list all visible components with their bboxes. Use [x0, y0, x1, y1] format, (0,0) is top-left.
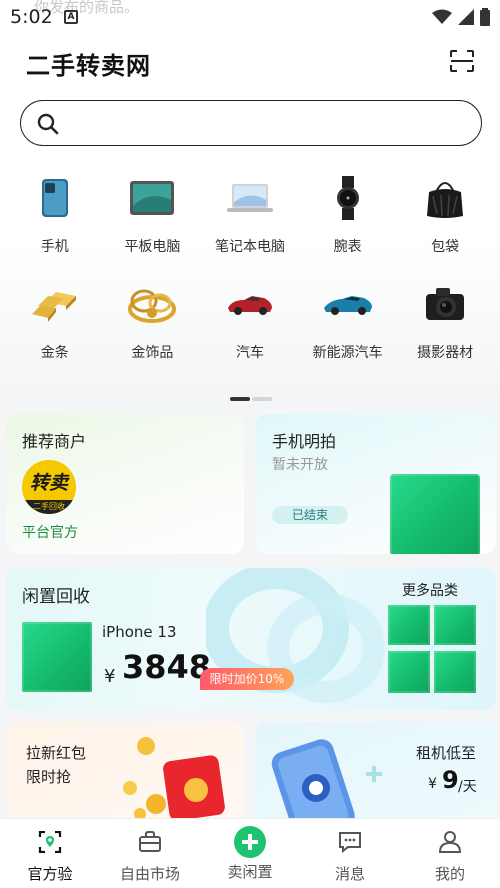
category-label: 包袋 — [431, 239, 460, 255]
category-label: 腕表 — [333, 239, 362, 255]
referral-line1: 拉新红包 — [26, 744, 87, 762]
rental-title: 租机低至 — [416, 744, 477, 762]
sell-plus-icon — [234, 826, 266, 858]
referral-red-packet-card[interactable]: 拉新红包 限时抢 — [6, 722, 244, 822]
category-label: 汽车 — [235, 345, 264, 361]
merchant-subtitle: 平台官方 — [22, 525, 78, 541]
page-title: 二手转卖网 — [26, 52, 151, 80]
card-title: 闲置回收 — [22, 587, 90, 607]
tab-label: 卖闲置 — [227, 863, 273, 881]
product-image-placeholder — [390, 474, 480, 554]
official-inspect-icon — [38, 831, 62, 853]
category-thumb — [388, 605, 430, 645]
category-page-indicator — [230, 397, 272, 401]
app-notification-icon: A — [64, 10, 78, 24]
category-gold-jewelry[interactable]: 金饰品 — [104, 276, 202, 382]
message-icon — [339, 832, 361, 853]
category-ev-car[interactable]: 新能源汽车 — [299, 276, 397, 382]
promo-badge: 限时加价10% — [200, 668, 294, 690]
category-thumb — [434, 605, 476, 645]
clock: 5:02 — [10, 6, 53, 28]
recycle-price: 3848 — [122, 648, 212, 686]
tab-free-market[interactable]: 自由市场 — [100, 819, 200, 888]
category-label: 金条 — [40, 345, 69, 361]
laptop-icon — [226, 184, 273, 212]
product-image-placeholder — [22, 622, 92, 692]
category-bag[interactable]: 包袋 — [396, 170, 494, 276]
bag-icon — [427, 182, 464, 218]
category-thumb — [434, 651, 476, 693]
battery-icon — [480, 8, 490, 26]
rental-unit: /天 — [458, 779, 477, 795]
phone-rental-card[interactable]: 租机低至 ¥ 9 /天 — [256, 722, 496, 822]
search-icon — [37, 113, 59, 135]
card-title: 推荐商户 — [22, 432, 87, 451]
product-name: iPhone 13 — [102, 623, 177, 641]
rental-phone-image — [271, 739, 355, 822]
bottom-tab-bar: 官方验 自由市场 卖闲置 消息 我的 — [0, 818, 500, 888]
category-gold-bar[interactable]: 金条 — [6, 276, 104, 382]
phone-shot-card[interactable]: 手机明拍 暂未开放 已结束 — [256, 414, 496, 554]
tab-label: 消息 — [334, 865, 365, 883]
category-watch[interactable]: 腕表 — [299, 170, 397, 276]
category-label: 手机 — [40, 239, 69, 255]
gold-jewelry-icon — [128, 289, 177, 323]
category-label: 新能源汽车 — [312, 345, 383, 361]
profile-icon — [438, 831, 462, 853]
category-label: 平板电脑 — [124, 239, 181, 255]
gold-bar-icon — [31, 292, 76, 322]
recommended-merchant-card[interactable]: 推荐商户 转卖 二手回收 平台官方 — [6, 414, 244, 554]
status-icons — [432, 8, 490, 26]
signal-icon — [458, 9, 474, 25]
category-phone[interactable]: 手机 — [6, 170, 104, 276]
red-packet-icon — [123, 737, 225, 821]
more-categories-link[interactable]: 更多品类 — [402, 580, 458, 600]
category-label: 摄影器材 — [417, 345, 474, 361]
app-screen: 你发布的商品。 5:02 A 二手转卖网 手机 平板电脑 笔记本电脑 腕表 包袋… — [0, 0, 500, 888]
logo-subtext: 二手回收 — [22, 500, 76, 514]
wifi-icon — [432, 9, 452, 24]
card-subtitle: 暂未开放 — [272, 457, 328, 473]
price-currency: ¥ — [104, 666, 116, 687]
category-tablet[interactable]: 平板电脑 — [104, 170, 202, 276]
status-badge: 已结束 — [272, 506, 348, 524]
logo-text: 转卖 — [29, 472, 68, 494]
card-title: 手机明拍 — [272, 432, 337, 451]
category-grid: 手机 平板电脑 笔记本电脑 腕表 包袋 金条 金饰品 汽车 新能源汽车 摄影器材 — [6, 170, 494, 382]
tab-messages[interactable]: 消息 — [300, 819, 400, 888]
merchant-logo: 转卖 二手回收 — [22, 460, 76, 514]
watch-icon — [336, 176, 359, 220]
scan-icon[interactable] — [450, 50, 474, 72]
car-icon — [227, 296, 272, 315]
referral-line2: 限时抢 — [26, 768, 72, 786]
category-label: 笔记本电脑 — [214, 239, 285, 255]
tab-label: 官方验 — [27, 865, 73, 883]
phone-icon — [41, 179, 68, 217]
search-input[interactable] — [20, 100, 482, 146]
category-thumb — [388, 651, 430, 693]
category-car[interactable]: 汽车 — [201, 276, 299, 382]
camera-icon — [426, 288, 465, 320]
status-bar: 你发布的商品。 5:02 A — [0, 0, 500, 36]
ev-car-icon — [323, 296, 372, 315]
tablet-icon — [130, 181, 175, 215]
category-laptop[interactable]: 笔记本电脑 — [201, 170, 299, 276]
category-camera[interactable]: 摄影器材 — [396, 276, 494, 382]
plus-decoration — [366, 766, 382, 782]
rental-price: 9 — [442, 766, 459, 794]
recycle-card[interactable]: 闲置回收 iPhone 13 ¥ 3848 限时加价10% 更多品类 — [6, 568, 496, 710]
market-bag-icon — [139, 831, 161, 852]
rental-currency: ¥ — [428, 776, 437, 792]
tab-sell-idle[interactable]: 卖闲置 — [200, 819, 300, 888]
tab-label: 自由市场 — [119, 865, 180, 883]
tab-profile[interactable]: 我的 — [400, 819, 500, 888]
tab-label: 我的 — [434, 865, 465, 883]
tab-official-inspect[interactable]: 官方验 — [0, 819, 100, 888]
category-label: 金饰品 — [131, 345, 174, 361]
